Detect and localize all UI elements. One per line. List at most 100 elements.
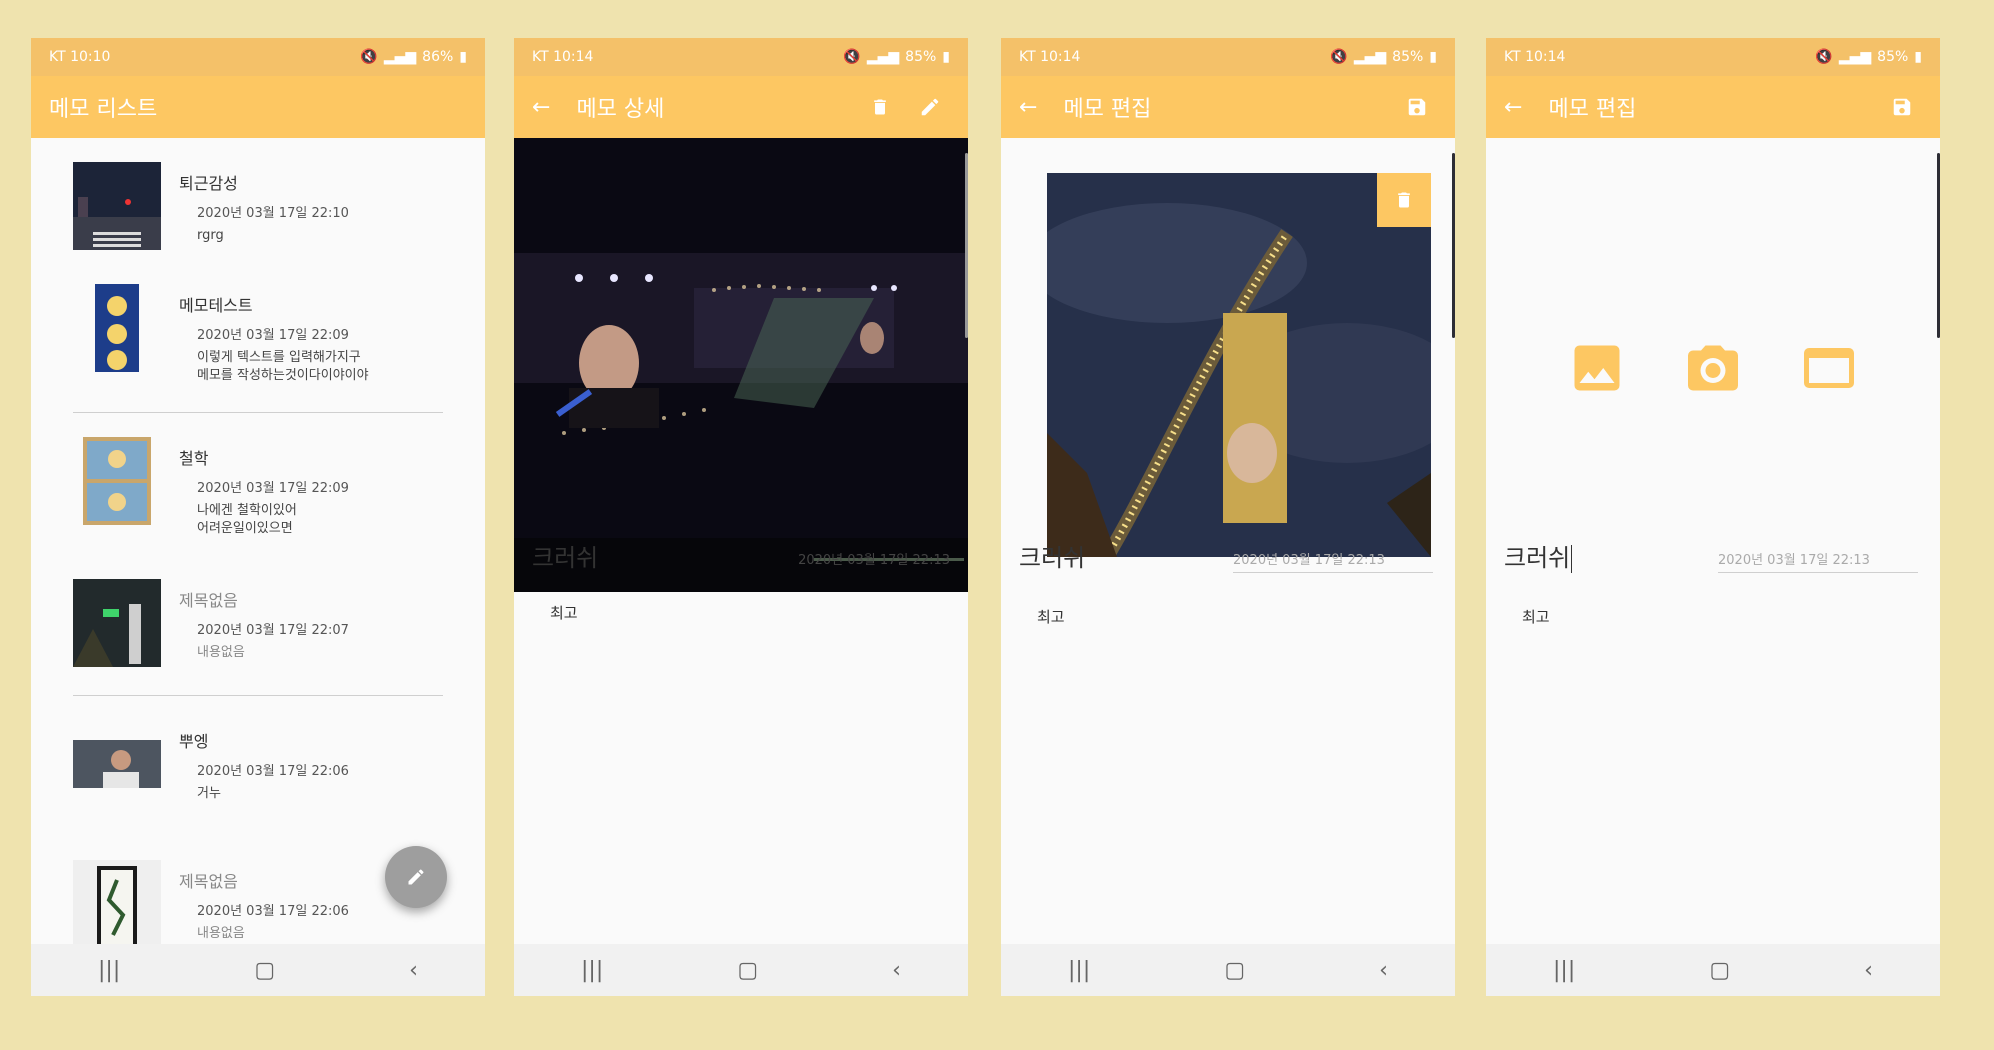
back-nav-icon[interactable]: ‹ <box>409 958 418 983</box>
list-item[interactable]: 메모테스트 2020년 03월 17일 22:09 이렇게 텍스트를 입력해가지… <box>31 260 485 412</box>
app-bar: ← 메모 상세 <box>514 76 968 138</box>
list-item[interactable]: 퇴근감성 2020년 03월 17일 22:10 rgrg <box>31 138 485 260</box>
camera-icon <box>1688 345 1738 391</box>
page-title: 메모 편집 <box>1063 97 1152 122</box>
memo-title: 크러쉬 <box>532 544 599 572</box>
memo-thumbnail <box>73 437 161 525</box>
save-button[interactable] <box>1882 87 1922 127</box>
status-bar: KT 10:10 🔇 ▂▄▆ 86% ▮ <box>31 38 485 76</box>
pencil-icon <box>921 98 939 116</box>
home-icon[interactable]: ▢ <box>737 958 758 983</box>
mute-icon: 🔇 <box>843 49 861 65</box>
memo-title: 뿌엥 <box>179 732 209 751</box>
status-bar: KT 10:14 🔇 ▂▄▆ 85% ▮ <box>514 38 968 76</box>
page-title: 메모 리스트 <box>49 97 158 122</box>
status-carrier-time: KT 10:10 <box>49 49 111 65</box>
memo-thumbnail <box>73 162 161 250</box>
memo-title: 퇴근감성 <box>179 174 238 193</box>
system-nav-bar: ||| ▢ ‹ <box>1001 944 1455 996</box>
memo-body: 최고 <box>550 604 578 622</box>
recent-apps-icon[interactable]: ||| <box>581 958 603 983</box>
app-bar: 메모 리스트 <box>31 76 485 138</box>
phone-memo-list: KT 10:10 🔇 ▂▄▆ 86% ▮ 메모 리스트 퇴근감성 2020년 0… <box>31 38 485 996</box>
memo-title-text: 크러쉬 <box>1504 544 1571 572</box>
back-arrow-icon[interactable]: ← <box>1019 95 1037 120</box>
battery-icon: ▮ <box>942 49 950 65</box>
save-icon <box>1408 98 1426 116</box>
back-arrow-icon[interactable]: ← <box>1504 95 1522 120</box>
phone-memo-edit-photo: KT 10:14 🔇 ▂▄▆ 85% ▮ ← 메모 편집 크러쉬 2020년 0… <box>1001 38 1455 996</box>
new-memo-button[interactable] <box>385 846 447 908</box>
memo-photo[interactable] <box>1047 173 1431 557</box>
trash-icon <box>874 99 886 115</box>
memo-title: 철학 <box>179 449 209 468</box>
battery-percent: 85% <box>1877 49 1909 65</box>
memo-thumbnail <box>73 860 161 944</box>
scrollbar[interactable] <box>1452 153 1455 338</box>
pencil-icon <box>408 869 424 885</box>
memo-title-input[interactable]: 크러쉬 <box>1019 538 1085 573</box>
mute-icon: 🔇 <box>360 49 378 65</box>
image-picker <box>1486 338 1940 398</box>
memo-date: 2020년 03월 17일 22:10 <box>197 206 349 221</box>
memo-thumbnail <box>73 284 161 372</box>
memo-body-input[interactable]: 최고 <box>1522 606 1550 627</box>
camera-button[interactable] <box>1683 338 1743 398</box>
list-item[interactable]: 제목없음 2020년 03월 17일 22:07 내용없음 <box>31 555 485 695</box>
battery-icon: ▮ <box>459 49 467 65</box>
back-arrow-icon[interactable]: ← <box>532 95 550 120</box>
url-image-button[interactable] <box>1799 338 1859 398</box>
photo-delete-button[interactable] <box>1377 173 1431 227</box>
signal-icon: ▂▄▆ <box>866 49 900 65</box>
save-icon <box>1893 98 1911 116</box>
memo-body: 나에겐 철학이있어 어려운일이있으면 <box>197 503 297 536</box>
system-nav-bar: ||| ▢ ‹ <box>514 944 968 996</box>
gallery-icon <box>1574 345 1620 391</box>
memo-body: 이렇게 텍스트를 입력해가지구 메모를 작성하는것이다이야이야 <box>197 350 369 383</box>
memo-body: 내용없음 <box>197 926 245 941</box>
trash-icon <box>1398 192 1410 208</box>
home-icon[interactable]: ▢ <box>1224 958 1245 983</box>
memo-body-input[interactable]: 최고 <box>1037 606 1065 627</box>
list-item[interactable]: 철학 2020년 03월 17일 22:09 나에겐 철학이있어 어려운일이있으… <box>31 413 485 555</box>
battery-icon: ▮ <box>1914 49 1922 65</box>
memo-date: 2020년 03월 17일 22:09 <box>197 481 349 496</box>
status-bar: KT 10:14 🔇 ▂▄▆ 85% ▮ <box>1001 38 1455 76</box>
home-icon[interactable]: ▢ <box>254 958 275 983</box>
mute-icon: 🔇 <box>1330 49 1348 65</box>
back-nav-icon[interactable]: ‹ <box>1864 958 1873 983</box>
memo-title: 제목없음 <box>179 591 238 610</box>
recent-apps-icon[interactable]: ||| <box>1553 958 1575 983</box>
phone-memo-edit-empty: KT 10:14 🔇 ▂▄▆ 85% ▮ ← 메모 편집 크러쉬 2020년 0… <box>1486 38 1940 996</box>
battery-percent: 85% <box>905 49 937 65</box>
edit-button[interactable] <box>910 87 950 127</box>
memo-body: 거누 <box>197 786 221 801</box>
battery-percent: 86% <box>422 49 454 65</box>
home-icon[interactable]: ▢ <box>1709 958 1730 983</box>
app-bar: ← 메모 편집 <box>1486 76 1940 138</box>
system-nav-bar: ||| ▢ ‹ <box>1486 944 1940 996</box>
back-nav-icon[interactable]: ‹ <box>892 958 901 983</box>
memo-date: 2020년 03월 17일 22:13 <box>1718 549 1918 573</box>
back-nav-icon[interactable]: ‹ <box>1379 958 1388 983</box>
save-button[interactable] <box>1397 87 1437 127</box>
delete-button[interactable] <box>860 87 900 127</box>
memo-title: 제목없음 <box>179 872 238 891</box>
gallery-button[interactable] <box>1567 338 1627 398</box>
page-title: 메모 편집 <box>1548 97 1637 122</box>
memo-body: rgrg <box>197 228 224 243</box>
memo-list[interactable]: 퇴근감성 2020년 03월 17일 22:10 rgrg 메모테스트 2020… <box>31 138 485 944</box>
recent-apps-icon[interactable]: ||| <box>98 958 120 983</box>
mute-icon: 🔇 <box>1815 49 1833 65</box>
memo-thumbnail <box>73 579 161 667</box>
recent-apps-icon[interactable]: ||| <box>1068 958 1090 983</box>
signal-icon: ▂▄▆ <box>383 49 417 65</box>
battery-percent: 85% <box>1392 49 1424 65</box>
status-bar: KT 10:14 🔇 ▂▄▆ 85% ▮ <box>1486 38 1940 76</box>
scrollbar[interactable] <box>1937 153 1940 338</box>
list-item[interactable]: 뿌엥 2020년 03월 17일 22:06 거누 <box>31 696 485 836</box>
signal-icon: ▂▄▆ <box>1838 49 1872 65</box>
memo-title-input[interactable]: 크러쉬 <box>1504 538 1573 573</box>
scrollbar[interactable] <box>965 153 968 338</box>
memo-date: 2020년 03월 17일 22:06 <box>197 764 349 779</box>
